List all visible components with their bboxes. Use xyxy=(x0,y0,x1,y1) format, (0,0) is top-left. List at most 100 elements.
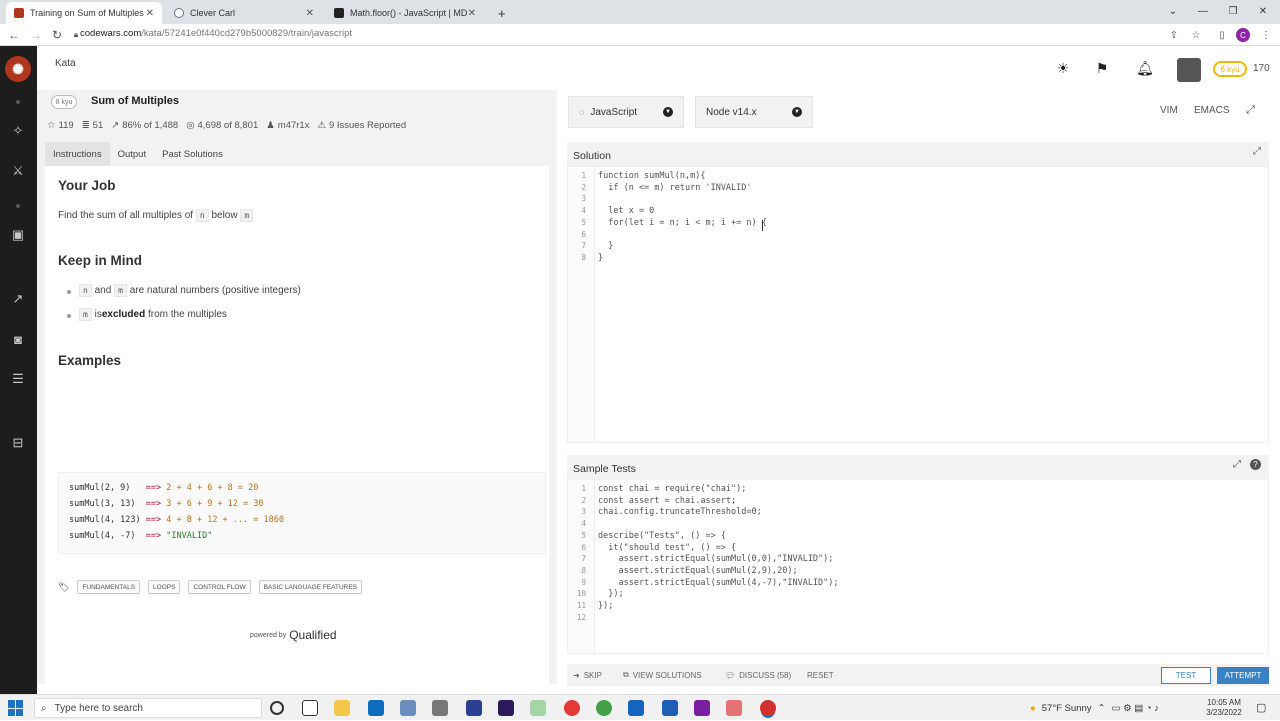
close-tab-icon[interactable]: ✕ xyxy=(146,8,154,19)
emacs-mode-toggle[interactable]: EMACS xyxy=(1194,105,1230,116)
examples-code-block: sumMul(2, 9) ==> 2 + 4 + 6 + 8 = 20 sumM… xyxy=(58,472,546,554)
tag-icon: 🏷︎ xyxy=(58,581,70,592)
tab-search-icon[interactable]: ⌄ xyxy=(1158,0,1188,22)
app-icon[interactable] xyxy=(432,700,448,716)
browser-tab-clever-carl[interactable]: Clever Carl ✕ xyxy=(166,2,322,24)
test-button[interactable]: TEST xyxy=(1161,667,1211,684)
reset-button[interactable]: RESET xyxy=(807,667,834,683)
breadcrumb[interactable]: Kata xyxy=(55,58,76,69)
weather-text[interactable]: 57°F Sunny xyxy=(1042,703,1092,714)
code-line: assert.strictEqual(sumMul(2,9),20); xyxy=(598,565,798,576)
notification-bell-icon[interactable]: 🔔︎ xyxy=(1135,58,1155,78)
runtime-select[interactable]: Node v14.x ▼ xyxy=(695,96,813,128)
bookmark-star-icon[interactable]: ☆ xyxy=(1188,27,1204,43)
side-panel-icon[interactable]: ▯ xyxy=(1214,27,1230,43)
visual-studio-icon[interactable] xyxy=(694,700,710,716)
example-line: sumMul(4, 123) ==> 4 + 8 + 12 + ... = 18… xyxy=(69,515,284,525)
word-icon[interactable] xyxy=(662,700,678,716)
practice-icon[interactable]: ⚔ xyxy=(8,162,28,180)
tray-apps-icon[interactable]: ▭ ⚙ ▤ ◔ ♪ xyxy=(1111,703,1159,714)
leaderboard-icon[interactable]: ↗ xyxy=(8,290,28,308)
notifications-icon[interactable]: ▢ xyxy=(1256,701,1266,714)
chrome-icon[interactable] xyxy=(564,700,580,716)
discussion-icon[interactable]: ☰ xyxy=(8,370,28,388)
training-icon[interactable]: ✧ xyxy=(8,122,28,140)
user-avatar[interactable] xyxy=(1177,58,1201,82)
close-tab-icon[interactable]: ✕ xyxy=(306,8,314,19)
restore-icon[interactable]: ❐ xyxy=(1218,0,1248,22)
line-number: 6 xyxy=(581,229,586,239)
sample-tests-editor[interactable]: 1 const chai = require("chai"); 2 const ass… xyxy=(567,479,1269,654)
satisfaction-value: 86% of 1,488 xyxy=(122,120,179,131)
back-arrow-icon[interactable]: ← xyxy=(6,27,22,43)
cortana-icon[interactable] xyxy=(270,701,284,715)
browser-tab-mdn[interactable]: Math.floor() - JavaScript | MDN ✕ xyxy=(326,2,484,24)
new-tab-button[interactable]: + xyxy=(490,2,510,24)
collections-count: 51 xyxy=(92,120,104,131)
tag-basic-language-features[interactable]: BASIC LANGUAGE FEATURES xyxy=(258,580,363,594)
tag-loops[interactable]: LOOPS xyxy=(148,580,181,594)
tab-past-solutions[interactable]: Past Solutions xyxy=(154,142,231,166)
codewars-logo-icon[interactable]: ✺ xyxy=(5,56,31,82)
close-tab-icon[interactable]: ✕ xyxy=(468,8,476,19)
mail-icon[interactable] xyxy=(368,700,384,716)
tab-title: Training on Sum of Multiples | Co xyxy=(30,8,146,18)
browser-menu-icon[interactable]: ⋮ xyxy=(1258,27,1274,43)
4k-app-icon[interactable] xyxy=(466,700,482,716)
browser-tab-codewars[interactable]: Training on Sum of Multiples | Co ✕ xyxy=(6,2,162,24)
task-view-icon[interactable] xyxy=(302,700,318,716)
discuss-button[interactable]: 💬︎ DISCUSS (58) xyxy=(725,667,791,683)
tag-control-flow[interactable]: CONTROL FLOW xyxy=(188,580,251,594)
powered-by-qualified[interactable]: powered by Qualified xyxy=(250,628,337,642)
minimize-icon[interactable]: — xyxy=(1188,0,1218,22)
tray-chevron-icon[interactable]: ⌃ xyxy=(1098,703,1106,714)
app-sidebar: ✺ ✧ ⚔ ▣ ↗ ◙ ☰ ⊟ xyxy=(0,46,37,694)
lock-icon[interactable]: 🔒︎ xyxy=(72,27,80,43)
issues-stat[interactable]: ⚠ 9 Issues Reported xyxy=(317,120,406,131)
close-window-icon[interactable]: ✕ xyxy=(1248,0,1278,22)
fullscreen-icon[interactable]: ⤢ xyxy=(1246,104,1255,117)
tab-instructions[interactable]: Instructions xyxy=(45,142,110,166)
tab-output[interactable]: Output xyxy=(110,142,155,166)
user-icon: ♟ xyxy=(266,120,275,131)
collections-stat[interactable]: ≣ 51 xyxy=(82,120,104,131)
bookmark-icon[interactable]: ⚑ xyxy=(1092,58,1112,78)
line-number: 8 xyxy=(581,565,586,575)
briefcase-icon[interactable]: ▣ xyxy=(8,226,28,244)
camera-icon[interactable] xyxy=(400,700,416,716)
pen-tool-icon[interactable] xyxy=(530,700,546,716)
notes-icon[interactable] xyxy=(628,700,644,716)
solutions-icon: ⧉ xyxy=(623,670,629,679)
skip-button[interactable]: ➜ SKIP xyxy=(573,667,602,683)
attempt-button[interactable]: ATTEMPT xyxy=(1217,667,1269,684)
vim-mode-toggle[interactable]: VIM xyxy=(1160,105,1178,116)
windows-start-icon[interactable] xyxy=(8,700,24,716)
solution-editor[interactable]: 1 function sumMul(n,m){2 if (n <= m) retu… xyxy=(567,166,1269,443)
share-icon[interactable]: ⇪ xyxy=(1166,27,1182,43)
expand-icon[interactable]: ⤢ xyxy=(1233,459,1241,470)
stars-stat[interactable]: ☆ 119 xyxy=(47,120,74,131)
theme-sun-icon[interactable]: ☀ xyxy=(1053,58,1073,78)
help-icon[interactable]: ? xyxy=(1250,459,1261,470)
url-field[interactable]: codewars.com/kata/57241e0f440cd279b50008… xyxy=(80,28,352,39)
view-solutions-button[interactable]: ⧉ VIEW SOLUTIONS xyxy=(623,667,702,683)
taskbar-search[interactable]: ⌕ Type here to search xyxy=(34,698,262,718)
author-stat[interactable]: ♟ m47r1x xyxy=(266,120,309,131)
chrome-active-icon[interactable] xyxy=(760,700,776,716)
profile-avatar[interactable]: C xyxy=(1236,28,1250,42)
forward-arrow-icon[interactable]: → xyxy=(28,27,44,43)
chrome-profile-icon[interactable] xyxy=(596,700,612,716)
tag-fundamentals[interactable]: FUNDAMENTALS xyxy=(77,580,141,594)
app-icon[interactable] xyxy=(726,700,742,716)
language-select[interactable]: ◌ JavaScript ▼ xyxy=(568,96,684,128)
reload-icon[interactable]: ↻ xyxy=(49,27,65,43)
expand-icon[interactable]: ⤢ xyxy=(1253,146,1261,157)
clock[interactable]: 10:05 AM 3/23/2022 xyxy=(1200,698,1248,718)
discord-icon[interactable]: ◙ xyxy=(8,330,28,348)
premiere-icon[interactable] xyxy=(498,700,514,716)
inline-code-n: n xyxy=(195,209,209,222)
rank-badge[interactable]: 6 kyu xyxy=(1213,61,1247,77)
file-explorer-icon[interactable] xyxy=(334,700,350,716)
line-number: 3 xyxy=(581,507,586,517)
docs-book-icon[interactable]: ⊟ xyxy=(8,434,28,452)
